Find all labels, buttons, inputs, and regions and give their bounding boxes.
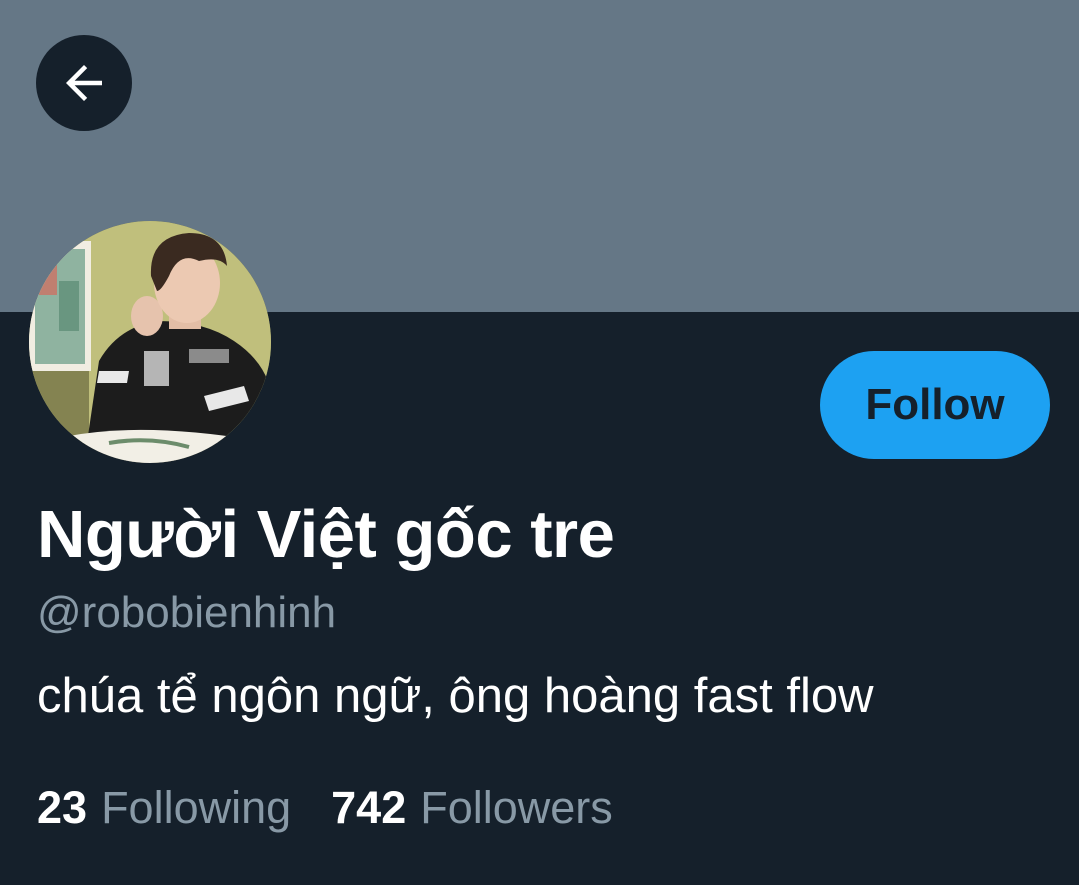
arrow-left-icon xyxy=(66,65,102,101)
user-handle: @robobienhinh xyxy=(37,588,337,637)
profile-photo xyxy=(29,221,271,463)
back-button[interactable] xyxy=(36,35,132,131)
avatar[interactable] xyxy=(29,221,271,463)
display-name: Người Việt gốc tre xyxy=(37,497,615,572)
bio-text: chúa tể ngôn ngữ, ông hoàng fast flow xyxy=(37,669,874,723)
followers-label: Followers xyxy=(420,782,613,833)
following-label: Following xyxy=(101,782,292,833)
following-count: 23 xyxy=(37,782,88,833)
follow-button[interactable]: Follow xyxy=(820,351,1050,459)
following-link[interactable]: 23 Following xyxy=(37,782,291,834)
followers-link[interactable]: 742 Followers xyxy=(331,782,613,834)
followers-count: 742 xyxy=(331,782,407,833)
profile-stats: 23 Following 742 Followers xyxy=(37,782,613,834)
